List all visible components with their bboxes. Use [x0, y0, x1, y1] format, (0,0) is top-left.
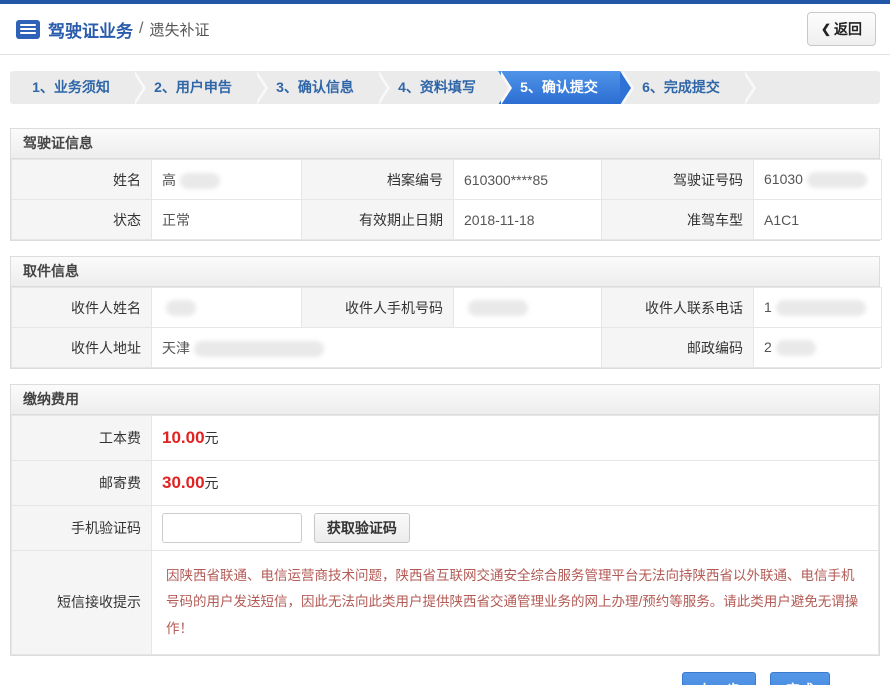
- postage-fee-amount: 30.00: [162, 473, 205, 492]
- work-fee-unit: 元: [205, 430, 219, 446]
- pickup-info-table: 收件人姓名 收件人手机号码 收件人联系电话 1 收件人地址 天津 邮政编码 2: [11, 287, 882, 368]
- sms-code-input[interactable]: [162, 513, 302, 543]
- status-label: 状态: [12, 200, 152, 240]
- footer-actions: 上一步 完成: [10, 672, 880, 685]
- work-fee-label: 工本费: [12, 416, 152, 461]
- table-row: 邮寄费 30.00元: [12, 461, 879, 506]
- license-section-title: 驾驶证信息: [11, 129, 879, 159]
- license-number-label: 驾驶证号码: [602, 160, 754, 200]
- back-button-label: 返回: [834, 19, 862, 39]
- work-fee-amount: 10.00: [162, 428, 205, 447]
- payment-section: 缴纳费用 工本费 10.00元 邮寄费 30.00元 手机验证码 获取验证码 短…: [10, 384, 880, 656]
- table-row: 手机验证码 获取验证码: [12, 506, 879, 551]
- vehicle-class-value: A1C1: [754, 200, 882, 240]
- page-title: 驾驶证业务: [48, 17, 133, 42]
- name-value: 高: [152, 160, 302, 200]
- status-value: 正常: [152, 200, 302, 240]
- table-row: 工本费 10.00元: [12, 416, 879, 461]
- recipient-mobile-value: [454, 288, 602, 328]
- payment-table: 工本费 10.00元 邮寄费 30.00元 手机验证码 获取验证码 短信接收提示…: [11, 415, 879, 655]
- table-row: 收件人姓名 收件人手机号码 收件人联系电话 1: [12, 288, 882, 328]
- redacted-blur: [180, 173, 220, 189]
- redacted-blur: [468, 300, 528, 316]
- redacted-blur: [776, 340, 816, 356]
- redacted-blur: [166, 300, 196, 316]
- recipient-name-value: [152, 288, 302, 328]
- recipient-mobile-label: 收件人手机号码: [302, 288, 454, 328]
- step-3-confirm-info[interactable]: 3、确认信息: [254, 71, 376, 104]
- back-button[interactable]: ❮ 返回: [807, 12, 876, 46]
- license-number-value: 61030: [754, 160, 882, 200]
- table-row: 姓名 高 档案编号 610300****85 驾驶证号码 61030: [12, 160, 882, 200]
- sms-code-label: 手机验证码: [12, 506, 152, 551]
- postal-code-value: 2: [754, 328, 882, 368]
- recipient-address-value: 天津: [152, 328, 602, 368]
- sms-notice-text: 因陕西省联通、电信运营商技术问题，陕西省互联网交通安全综合服务管理平台无法向持陕…: [152, 551, 879, 655]
- redacted-blur: [776, 300, 866, 316]
- pickup-info-section: 取件信息 收件人姓名 收件人手机号码 收件人联系电话 1 收件人地址 天津 邮政…: [10, 256, 880, 369]
- file-number-value: 610300****85: [454, 160, 602, 200]
- previous-step-button[interactable]: 上一步: [682, 672, 756, 685]
- table-row: 收件人地址 天津 邮政编码 2: [12, 328, 882, 368]
- license-info-section: 驾驶证信息 姓名 高 档案编号 610300****85 驾驶证号码 61030…: [10, 128, 880, 241]
- step-5-confirm-submit[interactable]: 5、确认提交: [498, 71, 620, 104]
- breadcrumb-current: 遗失补证: [149, 19, 209, 40]
- sms-notice-label: 短信接收提示: [12, 551, 152, 655]
- expiry-date-value: 2018-11-18: [454, 200, 602, 240]
- license-info-table: 姓名 高 档案编号 610300****85 驾驶证号码 61030 状态 正常…: [11, 159, 882, 240]
- pickup-section-title: 取件信息: [11, 257, 879, 287]
- back-chevron-icon: ❮: [821, 22, 831, 36]
- recipient-address-label: 收件人地址: [12, 328, 152, 368]
- step-2-declaration[interactable]: 2、用户申告: [132, 71, 254, 104]
- recipient-phone-value: 1: [754, 288, 882, 328]
- page-header: 驾驶证业务 / 遗失补证 ❮ 返回: [0, 4, 890, 55]
- expiry-date-label: 有效期止日期: [302, 200, 454, 240]
- postage-fee-unit: 元: [205, 475, 219, 491]
- postage-fee-value: 30.00元: [152, 461, 879, 506]
- file-number-label: 档案编号: [302, 160, 454, 200]
- breadcrumb: 驾驶证业务 / 遗失补证: [16, 17, 209, 42]
- table-row: 状态 正常 有效期止日期 2018-11-18 准驾车型 A1C1: [12, 200, 882, 240]
- list-icon: [16, 20, 40, 39]
- redacted-blur: [807, 172, 867, 188]
- recipient-phone-label: 收件人联系电话: [602, 288, 754, 328]
- sms-code-cell: 获取验证码: [152, 506, 879, 551]
- payment-section-title: 缴纳费用: [11, 385, 879, 415]
- vehicle-class-label: 准驾车型: [602, 200, 754, 240]
- postal-code-label: 邮政编码: [602, 328, 754, 368]
- step-bar: 1、业务须知 2、用户申告 3、确认信息 4、资料填写 5、确认提交 6、完成提…: [10, 71, 880, 104]
- step-1-notice[interactable]: 1、业务须知: [10, 71, 132, 104]
- get-sms-code-button[interactable]: 获取验证码: [314, 513, 410, 543]
- table-row: 短信接收提示 因陕西省联通、电信运营商技术问题，陕西省互联网交通安全综合服务管理…: [12, 551, 879, 655]
- redacted-blur: [194, 341, 324, 357]
- step-4-fill-data[interactable]: 4、资料填写: [376, 71, 498, 104]
- name-label: 姓名: [12, 160, 152, 200]
- postage-fee-label: 邮寄费: [12, 461, 152, 506]
- recipient-name-label: 收件人姓名: [12, 288, 152, 328]
- work-fee-value: 10.00元: [152, 416, 879, 461]
- step-6-complete[interactable]: 6、完成提交: [620, 71, 742, 104]
- breadcrumb-separator: /: [139, 20, 143, 38]
- finish-button[interactable]: 完成: [770, 672, 830, 685]
